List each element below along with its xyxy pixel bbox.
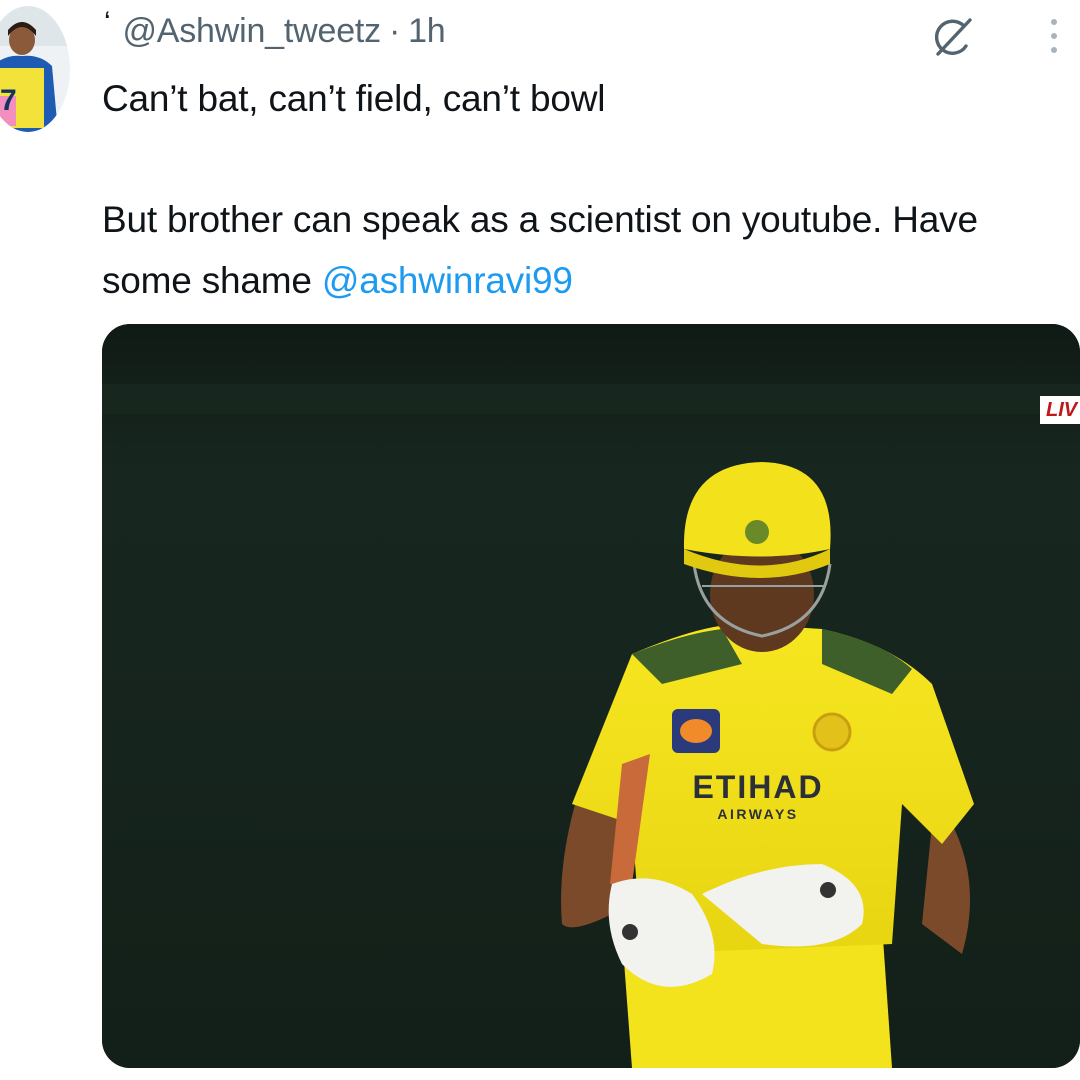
header-separator: · [388,11,401,50]
mention-link[interactable]: @ashwinravi99 [322,260,573,301]
player-photo [102,324,1080,1068]
tweet-header: ‘ @Ashwin_tweetz · 1h [104,6,446,54]
avatar-jersey-number: 7 [0,84,17,117]
tweet-line-1: Can’t bat, can’t field, can’t bowl [102,78,606,119]
sponsor-main: ETIHAD [692,769,824,805]
author-handle[interactable]: @Ashwin_tweetz [122,12,381,51]
quote-mark: ‘ [104,6,111,39]
avatar[interactable]: 7 [0,6,70,132]
live-badge: LIV [1040,396,1080,424]
sponsor-logo: ETIHAD AIRWAYS [658,770,858,824]
tweet-text: Can’t bat, can’t field, can’t bowl But b… [102,68,1062,311]
tweet-line-2: But brother can speak as a scientist on … [102,189,1062,311]
sponsor-sub: AIRWAYS [717,806,799,822]
grok-icon[interactable] [926,12,978,64]
tweet-media[interactable]: ETIHAD AIRWAYS LIV [102,324,1080,1068]
tweet-timestamp[interactable]: 1h [408,12,446,51]
more-vertical-icon[interactable] [1042,14,1066,60]
